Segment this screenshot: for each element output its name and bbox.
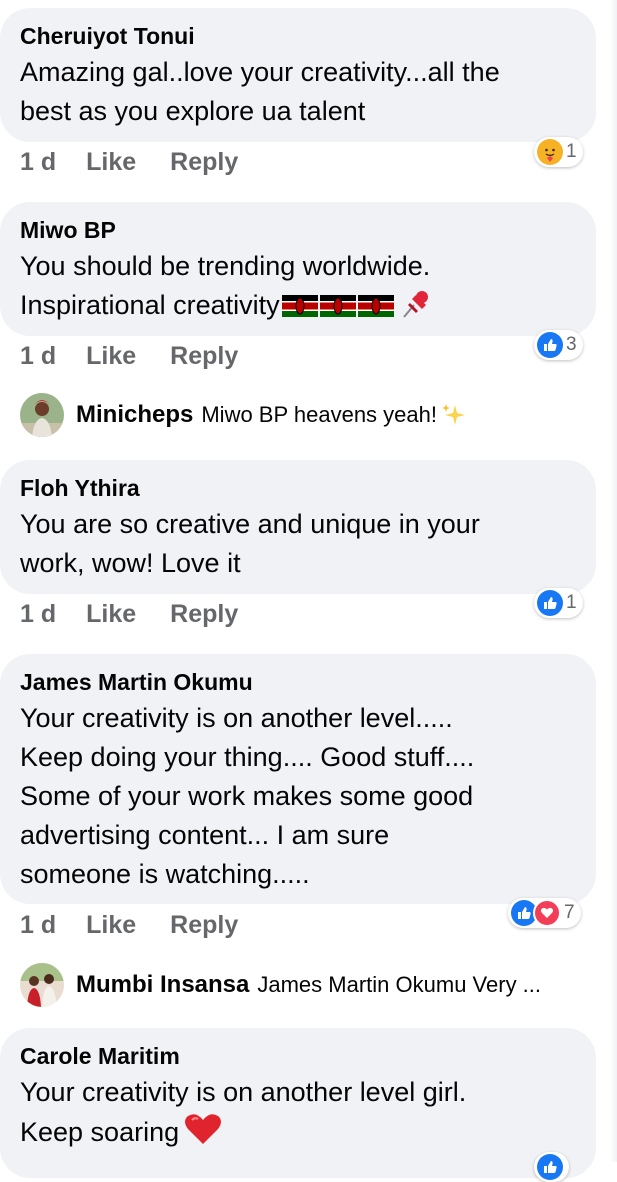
comment-bubble: James Martin Okumu Your creativity is on… [0, 654, 596, 904]
sparkles-icon [441, 404, 465, 425]
reply-author[interactable]: Minicheps [76, 401, 193, 429]
avatar[interactable] [20, 963, 64, 1007]
reaction-summary[interactable] [534, 1152, 569, 1182]
comment-actions: 1 d Like Reply [20, 341, 238, 371]
comment-text: You are so creative and unique in your w… [20, 505, 576, 583]
comment-text: Your creativity is on another level girl… [20, 1073, 576, 1152]
like-icon [537, 332, 563, 358]
reaction-count: 1 [566, 141, 577, 162]
comment-line: Your creativity is on another level girl… [20, 1077, 467, 1107]
scrollbar-track[interactable] [610, 0, 617, 1162]
reply-button[interactable]: Reply [170, 600, 238, 628]
kenya-flag-icon [357, 295, 394, 317]
comment-actions: 1 d Like Reply [20, 147, 238, 177]
reply-button[interactable]: Reply [170, 911, 238, 939]
comment-line: Amazing gal..love your creativity...all … [20, 57, 500, 87]
avatar[interactable] [20, 393, 64, 437]
comment-line: You are so creative and unique in your [20, 509, 480, 539]
comment-timestamp[interactable]: 1 d [20, 911, 56, 939]
like-button[interactable]: Like [86, 148, 136, 176]
comment-line: advertising content... I am sure [20, 820, 390, 850]
comment-line: someone is watching..... [20, 859, 310, 889]
comment-line: best as you explore ua talent [20, 96, 366, 126]
love-icon [533, 899, 561, 927]
red-heart-icon [185, 1114, 222, 1144]
like-icon [537, 1154, 563, 1180]
reply-button[interactable]: Reply [170, 342, 238, 370]
reply-minicheps: Minicheps Miwo BP heavens yeah! [20, 393, 467, 437]
like-button[interactable]: Like [86, 911, 136, 939]
reply-author[interactable]: Mumbi Insansa [76, 971, 249, 999]
comment-line: Inspirational creativity [20, 290, 280, 320]
reaction-summary[interactable]: 7 [508, 898, 581, 928]
comment-line: Some of your work makes some good [20, 781, 474, 811]
comment-bubble: Cheruiyot Tonui Amazing gal..love your c… [0, 8, 596, 142]
reply-button[interactable]: Reply [170, 148, 238, 176]
comment-timestamp[interactable]: 1 d [20, 600, 56, 628]
kenya-flag-icon [319, 295, 356, 317]
reaction-summary[interactable]: 3 [534, 330, 583, 360]
comment-text: You should be trending worldwide. Inspir… [20, 247, 576, 325]
like-button[interactable]: Like [86, 342, 136, 370]
comment-text: Amazing gal..love your creativity...all … [20, 53, 576, 131]
like-button[interactable]: Like [86, 600, 136, 628]
comment-bubble: Carole Maritim Your creativity is on ano… [0, 1028, 596, 1178]
comment-author[interactable]: Cheruiyot Tonui [20, 21, 576, 51]
comment-line-with-emoji: Inspirational creativity [20, 286, 576, 325]
comment-actions: 1 d Like Reply [20, 910, 238, 940]
comment-bubble: Floh Ythira You are so creative and uniq… [0, 460, 596, 594]
reaction-summary[interactable]: 1 [534, 137, 583, 167]
comment-line-with-emoji: Keep soaring [20, 1112, 576, 1152]
comment-actions: 1 d Like Reply [20, 599, 238, 629]
comment-line: work, wow! Love it [20, 548, 241, 578]
pushpin-icon [402, 291, 428, 318]
reaction-summary[interactable]: 1 [534, 588, 583, 618]
comment-author[interactable]: James Martin Okumu [20, 667, 576, 697]
comment-bubble: Miwo BP You should be trending worldwide… [0, 202, 596, 336]
comment-line: Keep doing your thing.... Good stuff.... [20, 742, 475, 772]
comment-line: Your creativity is on another level..... [20, 703, 453, 733]
like-icon [537, 590, 563, 616]
reply-mumbi-insansa: Mumbi Insansa James Martin Okumu Very ..… [20, 963, 541, 1007]
comment-text: Your creativity is on another level.....… [20, 699, 576, 894]
comment-author[interactable]: Carole Maritim [20, 1041, 576, 1071]
kenya-flag-icon [281, 295, 318, 317]
comment-timestamp[interactable]: 1 d [20, 148, 56, 176]
reply-text: Miwo BP heavens yeah! [201, 402, 437, 427]
comment-timestamp[interactable]: 1 d [20, 342, 56, 370]
comment-author[interactable]: Floh Ythira [20, 473, 576, 503]
comment-line: Keep soaring [20, 1117, 180, 1147]
reaction-count: 1 [566, 592, 577, 613]
comment-line: You should be trending worldwide. [20, 251, 431, 281]
reaction-count: 7 [564, 902, 575, 923]
comment-author[interactable]: Miwo BP [20, 215, 576, 245]
care-icon [537, 139, 563, 165]
reply-text: James Martin Okumu Very ... [257, 972, 542, 997]
reaction-count: 3 [566, 334, 577, 355]
